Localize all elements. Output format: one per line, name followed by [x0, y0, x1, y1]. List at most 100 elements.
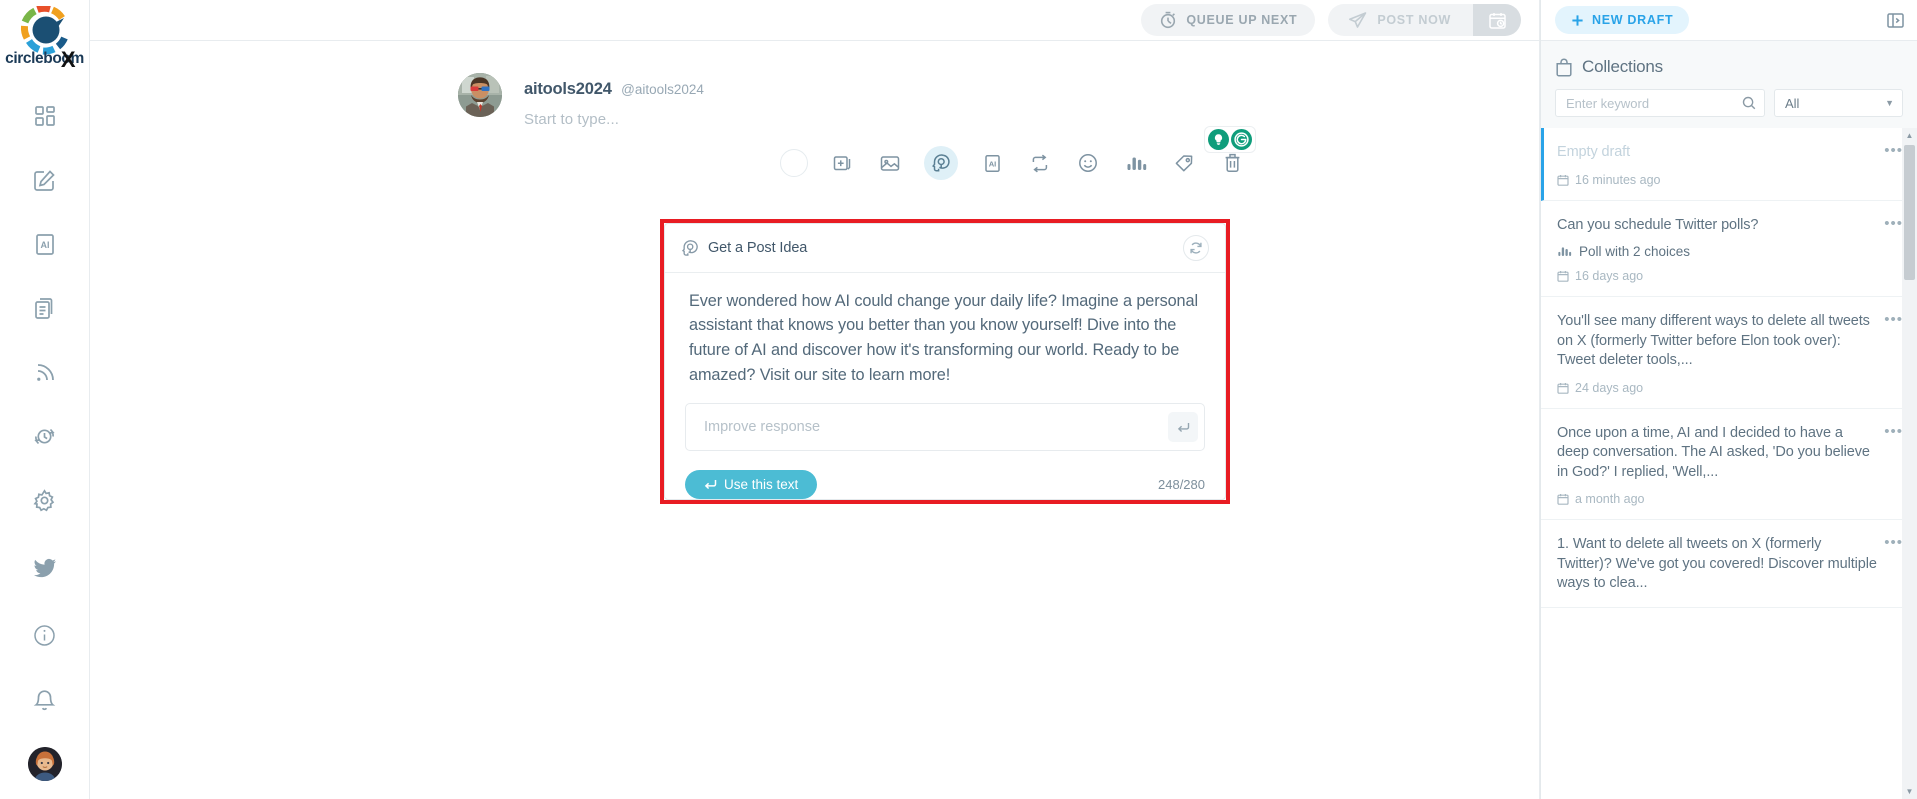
chevron-down-icon: ▼	[1885, 98, 1894, 108]
sidebar-item-notifications[interactable]	[23, 681, 67, 721]
ai-text-button[interactable]: AI	[978, 149, 1006, 177]
scrollbar-thumb[interactable]	[1904, 145, 1915, 280]
new-draft-button[interactable]: NEW DRAFT	[1555, 6, 1690, 34]
regenerate-button[interactable]	[1183, 234, 1209, 261]
idea-bulb-badge[interactable]	[1208, 129, 1229, 150]
list-item[interactable]: Empty draft 16 minutes ago •••	[1541, 128, 1917, 201]
composer-avatar-image	[458, 73, 502, 117]
poll-button[interactable]	[1122, 149, 1150, 177]
character-counter: 248/280	[1158, 477, 1205, 492]
queue-up-next-button[interactable]: QUEUE UP NEXT	[1141, 4, 1316, 36]
sidebar-item-dashboard[interactable]	[23, 96, 67, 136]
sidebar-item-settings[interactable]	[23, 480, 67, 520]
improve-response-input[interactable]	[704, 419, 1168, 436]
trash-icon	[1225, 153, 1239, 172]
calendar-icon	[1557, 494, 1569, 505]
enter-key-icon	[1177, 422, 1189, 432]
collection-filter-select[interactable]: All ▼	[1774, 89, 1903, 117]
list-item[interactable]: You'll see many different ways to delete…	[1541, 297, 1917, 409]
info-circle-icon	[34, 624, 55, 646]
draft-options-button[interactable]: •••	[1884, 216, 1903, 231]
sidebar-item-schedule[interactable]	[23, 416, 67, 456]
search-icon[interactable]	[1742, 96, 1756, 110]
use-this-text-label: Use this text	[724, 477, 799, 492]
emoji-button[interactable]	[1074, 149, 1102, 177]
queue-up-next-label: QUEUE UP NEXT	[1186, 13, 1298, 27]
collections-filters: All ▼	[1541, 89, 1917, 128]
app-logo[interactable]: circleboom X	[0, 0, 90, 71]
sidebar-item-rss[interactable]	[23, 352, 67, 392]
draft-title: Empty draft	[1557, 144, 1631, 160]
ai-post-idea-button[interactable]	[924, 146, 958, 180]
sidebar-item-twitter[interactable]	[23, 549, 67, 589]
app-root: circleboom X AI QUEUE UP NEXT POST NOW a…	[0, 0, 1917, 799]
sidebar-nav: AI	[23, 96, 67, 520]
rss-icon	[36, 364, 54, 381]
improve-submit-button[interactable]	[1168, 412, 1198, 443]
tag-button[interactable]	[1170, 149, 1198, 177]
list-item[interactable]: 1. Want to delete all tweets on X (forme…	[1541, 520, 1917, 608]
twitter-bird-icon	[33, 558, 56, 578]
paper-plane-icon	[1349, 11, 1367, 28]
scroll-up-icon[interactable]: ▲	[1906, 128, 1914, 143]
schedule-post-button[interactable]	[1473, 4, 1521, 36]
composer-badges	[1204, 126, 1256, 153]
tag-icon	[1175, 154, 1193, 171]
poll-bars-icon	[1558, 247, 1572, 256]
panel-collapse-icon	[1887, 12, 1904, 28]
logo-wordmark: circleboom	[5, 50, 84, 67]
list-item[interactable]: Can you schedule Twitter polls? Poll wit…	[1541, 200, 1917, 297]
char-counter-circle	[780, 149, 808, 177]
panel-collapse-button[interactable]	[1886, 11, 1905, 30]
retweet-button[interactable]	[1026, 149, 1054, 177]
composer-account-name: aitools2024	[524, 80, 612, 98]
calendar-icon	[1557, 382, 1569, 394]
drafts-scrollbar[interactable]: ▲ ▼	[1902, 128, 1917, 799]
composer-textarea[interactable]: Start to type...	[524, 111, 704, 128]
gear-icon	[33, 488, 55, 511]
grammarly-badge[interactable]	[1231, 129, 1252, 150]
draft-options-button[interactable]: •••	[1884, 143, 1903, 158]
ai-generated-text: Ever wondered how AI could change your d…	[689, 291, 1198, 384]
draft-time: 16 days ago	[1575, 269, 1644, 283]
improve-response-row	[685, 403, 1205, 451]
grammarly-g-icon	[1234, 132, 1249, 147]
plus-icon	[1572, 14, 1583, 26]
image-icon	[880, 155, 900, 171]
refresh-icon	[1190, 242, 1202, 254]
stopwatch-icon	[1161, 11, 1176, 29]
new-draft-label: NEW DRAFT	[1592, 13, 1674, 27]
list-item[interactable]: Once upon a time, AI and I decided to ha…	[1541, 408, 1917, 520]
draft-meta: 16 minutes ago	[1557, 173, 1877, 187]
poll-bars-icon	[1127, 157, 1146, 170]
ai-card-body: Ever wondered how AI could change your d…	[665, 273, 1225, 387]
draft-options-button[interactable]: •••	[1884, 535, 1903, 550]
use-this-text-button[interactable]: Use this text	[685, 470, 818, 499]
sidebar-item-ai[interactable]: AI	[23, 224, 67, 264]
draft-time: a month ago	[1575, 492, 1645, 506]
add-post-button[interactable]	[828, 149, 856, 177]
svg-text:AI: AI	[988, 159, 996, 168]
enter-key-icon	[704, 480, 717, 490]
draft-options-button[interactable]: •••	[1884, 424, 1903, 439]
draft-meta: 16 days ago	[1557, 269, 1877, 283]
avatar[interactable]	[27, 747, 62, 781]
sidebar-item-compose[interactable]	[23, 160, 67, 200]
delete-button[interactable]	[1218, 149, 1246, 177]
draft-time: 24 days ago	[1575, 380, 1644, 395]
sidebar-item-library[interactable]	[23, 288, 67, 328]
scroll-down-icon[interactable]: ▼	[1906, 784, 1914, 799]
draft-time: 16 minutes ago	[1575, 172, 1661, 187]
post-now-button[interactable]: POST NOW	[1328, 4, 1473, 36]
ai-card-header: Get a Post Idea	[665, 224, 1225, 273]
draft-options-button[interactable]: •••	[1884, 312, 1903, 327]
bell-icon	[33, 690, 56, 711]
search-input[interactable]	[1566, 95, 1742, 111]
post-button-group: POST NOW	[1328, 4, 1521, 36]
add-image-button[interactable]	[876, 149, 904, 177]
calendar-clock-icon	[1488, 12, 1506, 29]
clock-refresh-icon	[34, 428, 55, 444]
composer-account: aitools2024 @aitools2024 Start to type..…	[90, 73, 1539, 128]
draft-meta: a month ago	[1557, 492, 1877, 506]
sidebar-item-info[interactable]	[23, 615, 67, 655]
